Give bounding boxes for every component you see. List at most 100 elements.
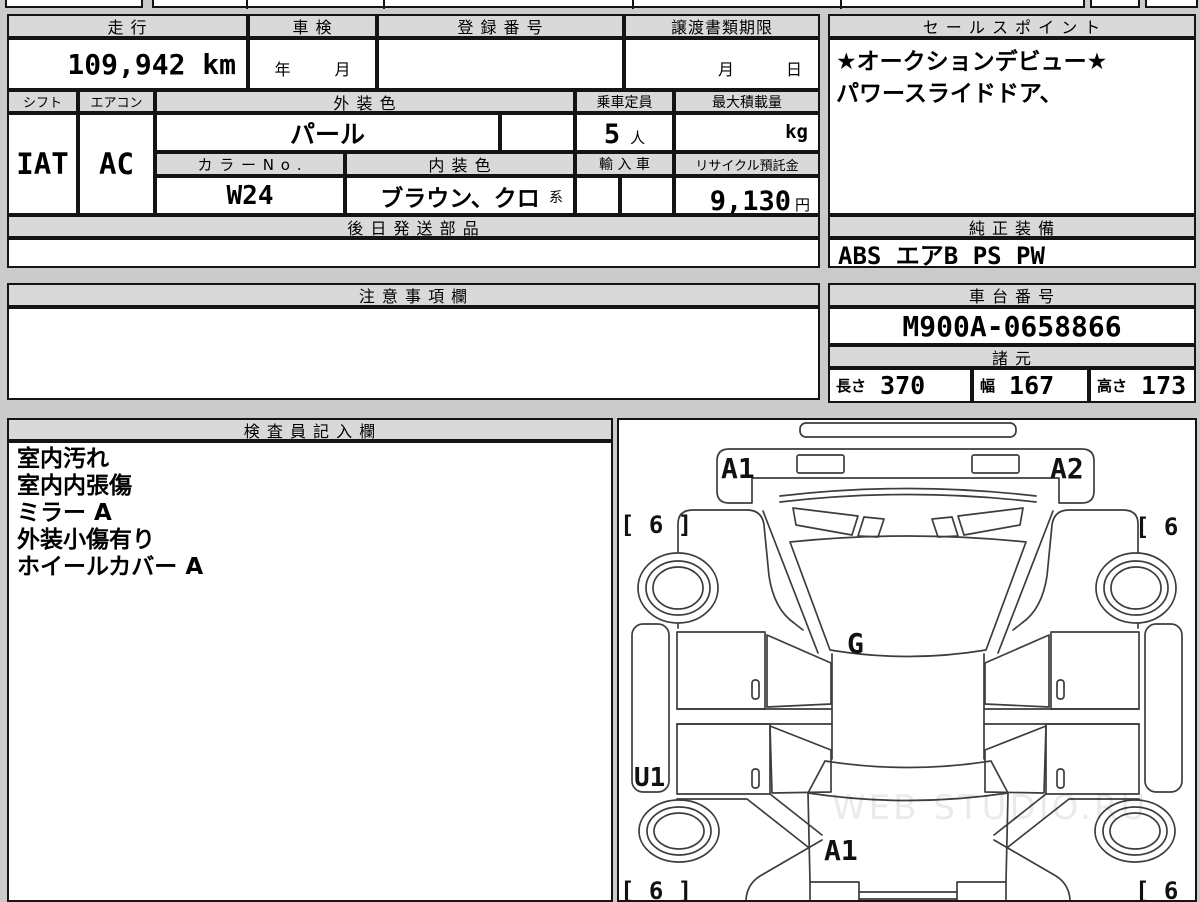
spec-height-cell: 高さ 173 [1089, 368, 1196, 403]
sales-point-header: セ ー ル ス ポ イ ン ト [828, 14, 1196, 38]
door-split-lines [676, 708, 1140, 725]
transfer-day-suffix: 日 [785, 60, 802, 79]
watermark: WEB STUDIO.RU [832, 788, 1149, 828]
headlight-right [971, 454, 1020, 474]
tire-grade-front-right: [ 6 ] [1135, 513, 1195, 541]
color-no-value: W24 [226, 180, 274, 211]
aircon-value: AC [99, 147, 134, 181]
recycle-deposit-header: リサイクル預託金 [674, 152, 820, 176]
inspection-month-suffix: 月 [334, 60, 351, 79]
car-diagram: A1 A2 [ 6 ] [ 6 ] G U1 A1 [ 6 ] [ 6 ] [620, 422, 1195, 900]
max-load-cell: kg [674, 113, 820, 152]
top-edge-cell [1090, 0, 1140, 8]
specs-header: 諸 元 [828, 345, 1196, 368]
top-edge-divider [632, 0, 634, 9]
damage-label-front-right: A2 [1050, 452, 1084, 485]
interior-color-cell: ブラウン、クロ 系 [345, 176, 575, 215]
max-load-header-label: 最大積載量 [712, 94, 782, 111]
handle-rear-right [1056, 768, 1065, 789]
specs-header-label: 諸 元 [991, 348, 1033, 368]
interior-color-header: 内 装 色 [345, 152, 575, 176]
door-rear-left [676, 723, 771, 795]
exterior-color-header: 外 装 色 [155, 90, 575, 113]
damage-label-sill: U1 [634, 763, 665, 793]
color-no-header: カ ラ ー N o . [155, 152, 345, 176]
chassis-number-cell: M900A-0658866 [828, 307, 1196, 345]
registration-header-label: 登 録 番 号 [457, 18, 544, 37]
capacity-header: 乗車定員 [575, 90, 674, 113]
sales-point-body: ★オークションデビュー★ パワースライドドア、 [828, 38, 1196, 215]
capacity-cell: 5 人 [575, 113, 674, 152]
inspection-header: 車 検 [248, 14, 377, 38]
shift-cell: IAT [7, 113, 78, 215]
recycle-deposit-unit: 円 [794, 196, 810, 214]
shift-value: IAT [16, 147, 69, 181]
car-outline [631, 422, 1183, 900]
later-parts-cell [7, 238, 820, 268]
notes-header: 注 意 事 項 欄 [7, 283, 820, 307]
vent-left [792, 507, 885, 538]
spec-length-label: 長さ [836, 377, 867, 395]
color-no-header-label: カ ラ ー N o . [197, 155, 303, 174]
cowl-lines [779, 487, 1037, 503]
import-car-cell-2 [620, 176, 674, 215]
handle-front-right [1056, 679, 1065, 700]
headlight-left [796, 454, 845, 474]
wheel-front-right [1095, 552, 1177, 624]
taillight-left [809, 881, 860, 900]
equipment-value: ABS エアB PS PW [838, 241, 1045, 270]
inspector-notes-header-label: 検 査 員 記 入 欄 [243, 421, 377, 441]
chassis-number-header-label: 車 台 番 号 [968, 287, 1056, 306]
damage-label-front-left: A1 [721, 452, 755, 485]
wheel-rear-left [638, 799, 720, 863]
car-diagram-panel: A1 A2 [ 6 ] [ 6 ] G U1 A1 [ 6 ] [ 6 ] WE… [617, 418, 1197, 902]
inspector-note-line: 外装小傷有り [17, 527, 155, 553]
sill-right [1144, 623, 1183, 793]
interior-color-suffix: 系 [549, 190, 563, 206]
exterior-color-value: パール [289, 119, 365, 149]
notes-body [7, 307, 820, 400]
recycle-deposit-header-label: リサイクル預託金 [695, 158, 799, 174]
tire-grade-front-left: [ 6 ] [620, 511, 692, 539]
handle-rear-left [751, 768, 760, 789]
inspector-notes-header: 検 査 員 記 入 欄 [7, 418, 613, 441]
registration-header: 登 録 番 号 [377, 14, 624, 38]
max-load-header: 最大積載量 [674, 90, 820, 113]
rear-bumper-lines [858, 891, 958, 900]
import-car-header: 輸 入 車 [575, 152, 674, 176]
capacity-header-label: 乗車定員 [596, 94, 653, 111]
windshield-shape [789, 535, 1027, 658]
damage-label-windshield: G [847, 627, 864, 660]
spec-height-value: 173 [1141, 371, 1187, 400]
chassis-number-header: 車 台 番 号 [828, 283, 1196, 307]
top-edge-divider [246, 0, 248, 9]
interior-color-value: ブラウン、クロ [380, 185, 540, 212]
roof-strip [799, 422, 1017, 438]
later-parts-header-label: 後 日 発 送 部 品 [347, 218, 480, 238]
equipment-cell: ABS エアB PS PW [828, 238, 1196, 270]
taillight-right [956, 881, 1007, 900]
spec-length-cell: 長さ 370 [828, 368, 972, 403]
sales-point-line1: ★オークションデビュー★ [836, 49, 1108, 75]
aircon-header-label: エアコン [90, 96, 143, 111]
color-no-cell: W24 [155, 176, 345, 215]
notes-header-label: 注 意 事 項 欄 [358, 287, 469, 306]
inspector-note-line: 室内汚れ [17, 446, 109, 472]
damage-label-rear: A1 [824, 834, 858, 867]
inspector-notes-body: 室内汚れ 室内内張傷 ミラー A 外装小傷有り ホイールカバー A [7, 441, 613, 902]
recycle-deposit-cell: 9,130 円 [674, 176, 820, 217]
aircon-header: エアコン [78, 90, 155, 113]
top-edge-cell [1145, 0, 1198, 8]
top-edge-cell [152, 0, 1085, 8]
interior-color-header-label: 内 装 色 [428, 156, 492, 175]
capacity-unit: 人 [630, 129, 646, 147]
spec-width-cell: 幅 167 [972, 368, 1089, 403]
max-load-unit: kg [785, 121, 808, 143]
transfer-month-suffix: 月 [717, 60, 734, 79]
top-edge-divider [840, 0, 842, 9]
wheel-front-left [637, 552, 719, 624]
chassis-number-value: M900A-0658866 [902, 309, 1122, 343]
top-edge-cell [5, 0, 143, 8]
transfer-deadline-header-label: 譲渡書類期限 [670, 18, 773, 37]
mileage-header-label: 走 行 [107, 18, 148, 37]
